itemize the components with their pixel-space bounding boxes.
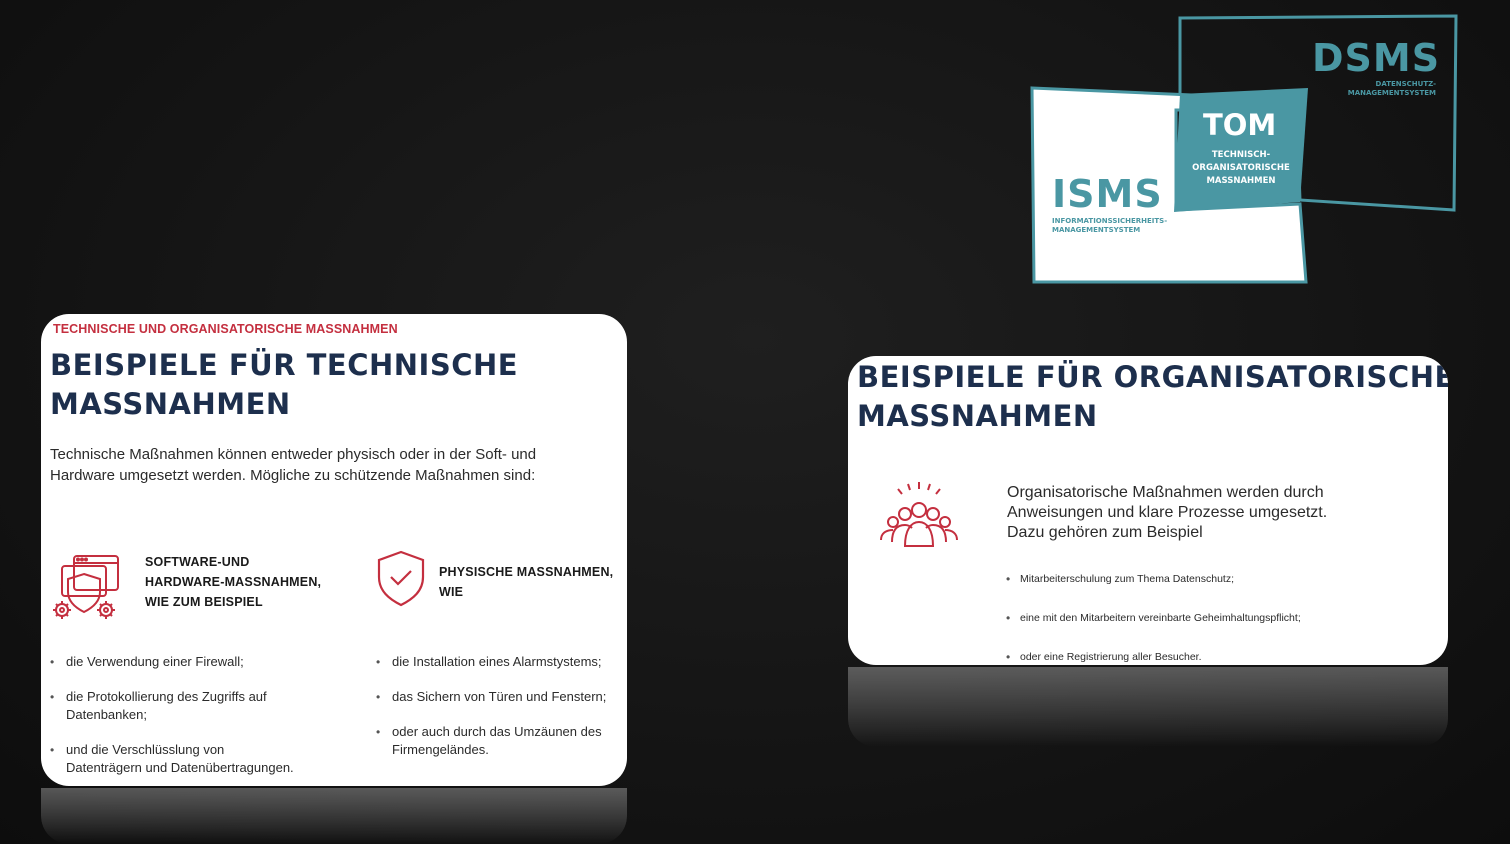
tom-label: TOM bbox=[1203, 108, 1277, 142]
software-hardware-heading: SOFTWARE-UND HARDWARE-MASSNAHMEN, WIE ZU… bbox=[145, 552, 321, 612]
title-line-2: MASSNAHMEN bbox=[50, 387, 291, 421]
list-item: oder auch durch das Umzäunen desFirmenge… bbox=[376, 723, 626, 759]
isms-sub-2: MANAGEMENTSYSTEM bbox=[1052, 226, 1141, 234]
list-item: oder eine Registrierung aller Besucher. bbox=[1006, 648, 1301, 665]
slide-kicker: TECHNISCHE UND ORGANISATORISCHE MASSNAHM… bbox=[53, 322, 398, 336]
software-heading-line-1: SOFTWARE-UND bbox=[145, 555, 250, 569]
list-item: die Installation eines Alarmstystems; bbox=[376, 653, 626, 671]
physical-heading-line-2: WIE bbox=[439, 585, 464, 599]
intro-line-1: Technische Maßnahmen können entweder phy… bbox=[50, 446, 537, 463]
list-item: eine mit den Mitarbeitern vereinbarte Ge… bbox=[1006, 609, 1301, 627]
physical-heading-line-1: PHYSISCHE MASSNAHMEN, bbox=[439, 565, 614, 579]
title-line-1: BEISPIELE FÜR TECHNISCHE bbox=[50, 348, 519, 382]
org-intro-text: Organisatorische Maßnahmen werden durch … bbox=[1007, 483, 1427, 543]
title-line-1: BEISPIELE FÜR ORGANISATORISCHE bbox=[857, 360, 1448, 394]
title-line-2: MASSNAHMEN bbox=[857, 399, 1098, 433]
team-group-icon bbox=[880, 482, 958, 547]
technical-measures-slide: TECHNISCHE UND ORGANISATORISCHE MASSNAHM… bbox=[41, 314, 627, 786]
list-item: das Sichern von Türen und Fenstern; bbox=[376, 688, 626, 706]
shield-check-icon bbox=[377, 550, 425, 607]
slide-title: BEISPIELE FÜR ORGANISATORISCHE MASSNAHME… bbox=[857, 358, 1448, 436]
software-shield-gears-icon bbox=[53, 555, 119, 619]
dsms-sub-1: DATENSCHUTZ- bbox=[1375, 80, 1436, 88]
isms-tom-dsms-logo: DSMS DATENSCHUTZ- MANAGEMENTSYSTEM TOM T… bbox=[1028, 14, 1458, 286]
tech-slide-reflection bbox=[41, 788, 627, 844]
dsms-label: DSMS bbox=[1312, 36, 1441, 80]
slide-title: BEISPIELE FÜR TECHNISCHE MASSNAHMEN bbox=[50, 346, 610, 424]
org-text-line-3: Dazu gehören zum Beispiel bbox=[1007, 524, 1203, 541]
physical-measures-heading: PHYSISCHE MASSNAHMEN, WIE bbox=[439, 562, 613, 602]
list-item: die Protokollierung des Zugriffs aufDate… bbox=[50, 688, 350, 724]
org-measures-list: Mitarbeiterschulung zum Thema Datenschut… bbox=[1006, 570, 1301, 665]
intro-line-2: Hardware umgesetzt werden. Mögliche zu s… bbox=[50, 467, 536, 484]
tom-sub-3: MASSNAHMEN bbox=[1206, 176, 1276, 186]
isms-sub-1: INFORMATIONSSICHERHEITS- bbox=[1052, 217, 1168, 225]
physical-measures-list: die Installation eines Alarmstystems; da… bbox=[376, 653, 626, 759]
software-heading-line-3: WIE ZUM BEISPIEL bbox=[145, 595, 263, 609]
tom-sub-1: TECHNISCH- bbox=[1211, 150, 1271, 160]
organisational-measures-slide: BEISPIELE FÜR ORGANISATORISCHE MASSNAHME… bbox=[848, 356, 1448, 665]
list-item: Mitarbeiterschulung zum Thema Datenschut… bbox=[1006, 570, 1301, 588]
tom-sub-2: ORGANISATORISCHE bbox=[1192, 163, 1290, 173]
org-text-line-1: Organisatorische Maßnahmen werden durch bbox=[1007, 484, 1324, 501]
software-measures-list: die Verwendung einer Firewall; die Proto… bbox=[50, 653, 350, 777]
org-text-line-2: Anweisungen und klare Prozesse umgesetzt… bbox=[1007, 504, 1328, 521]
isms-label: ISMS bbox=[1052, 172, 1163, 216]
intro-text: Technische Maßnahmen können entweder phy… bbox=[50, 444, 610, 486]
list-item: die Verwendung einer Firewall; bbox=[50, 653, 350, 671]
dsms-sub-2: MANAGEMENTSYSTEM bbox=[1347, 89, 1436, 97]
org-slide-reflection bbox=[848, 667, 1448, 747]
software-heading-line-2: HARDWARE-MASSNAHMEN, bbox=[145, 575, 322, 589]
list-item: und die Verschlüsslung vonDatenträgern u… bbox=[50, 741, 350, 777]
